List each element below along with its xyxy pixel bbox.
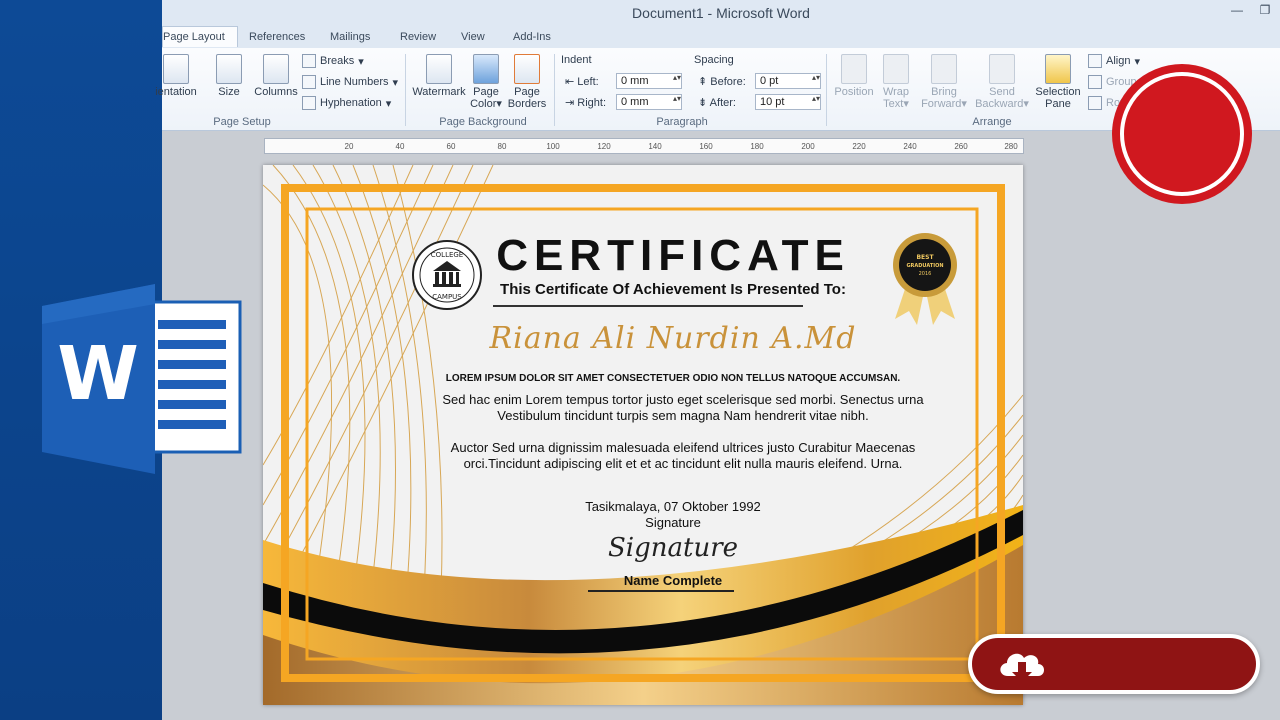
hyphenation-button[interactable]: Hyphenation ▾ [302,96,391,110]
spacing-before-label: ⇞ Before: [698,76,746,88]
tab-view[interactable]: View [461,29,485,45]
indent-left-label: ⇤ Left: [565,76,599,88]
page-color-icon [473,54,499,84]
title-bar: Document1 - Microsoft Word — ❐ [162,0,1280,27]
ruler-tick: 260 [954,142,968,151]
ruler-tick: 20 [344,142,354,151]
position-icon [841,54,867,84]
rotate-icon [1088,96,1102,110]
bring-forward-icon [931,54,957,84]
page-setup-group-label: Page Setup [213,116,271,128]
tab-add-ins[interactable]: Add-Ins [513,29,551,45]
ruler-tick: 160 [699,142,713,151]
body-paragraph-1: Sed hac enim Lorem tempus tortor justo e… [442,392,924,423]
restore-icon[interactable]: ❐ [1258,3,1272,17]
watermark-button[interactable]: Watermark [410,54,468,98]
wrap-text-icon [883,54,909,84]
signature-label: Signature [645,515,701,530]
page-borders-button[interactable]: Page Borders [503,54,551,110]
spacing-after-input[interactable]: 10 pt [755,94,821,110]
svg-text:W: W [57,331,139,417]
body-paragraph-2: Auctor Sed urna dignissim malesuada elei… [450,440,916,471]
selection-pane-button[interactable]: Selection Pane [1030,54,1086,110]
spacing-before-icon: ⇞ [698,76,711,88]
ruler-tick: 60 [446,142,456,151]
ruler-tick: 40 [395,142,405,151]
breaks-button[interactable]: Breaks ▾ [302,54,364,68]
paragraph-group-label: Paragraph [656,116,708,128]
name-complete: Name Complete [623,573,723,588]
watermark-icon [426,54,452,84]
download-button[interactable] [968,634,1260,694]
columns-button[interactable]: Columns [248,54,304,98]
breaks-icon [302,54,316,68]
spacing-after-label: ⇟ After: [698,97,736,109]
ruler-tick: 180 [750,142,764,151]
indent-right-label: ⇥ Right: [565,97,607,109]
send-backward-button[interactable]: Send Backward▾ [970,54,1034,110]
certificate-title: CERTIFICATE [496,231,850,280]
document-page[interactable]: COLLEGE CAMPUS BEST GRADUATION 2016 CERT… [263,165,1023,705]
orientation-icon [163,54,189,84]
ruler-tick: 120 [597,142,611,151]
place-date: Tasikmalaya, 07 Oktober 1992 [585,499,761,514]
line-numbers-button[interactable]: Line Numbers ▾ [302,75,398,89]
align-icon [1088,54,1102,68]
ruler-tick: 240 [903,142,917,151]
tab-page-layout[interactable]: Page Layout [162,26,238,47]
bring-forward-button[interactable]: Bring Forward▾ [914,54,974,110]
indent-left-icon: ⇤ [565,76,578,88]
window-title: Document1 - Microsoft Word [632,5,810,21]
page-borders-icon [514,54,540,84]
spacing-after-icon: ⇟ [698,97,710,109]
indent-right-icon: ⇥ [565,97,578,109]
ruler-tick: 140 [648,142,662,151]
subtitle-underline [493,305,803,307]
tab-mailings[interactable]: Mailings [330,29,370,45]
indent-right-input[interactable]: 0 mm [616,94,682,110]
send-backward-icon [989,54,1015,84]
recipient-name: Riana Ali Nurdin A.Md [489,321,857,356]
orientation-button[interactable]: ientation [148,54,204,98]
signature-script: Signature [607,533,739,563]
group-icon [1088,75,1102,89]
page-background-group-label: Page Background [439,116,527,128]
word-logo-icon: W [42,284,242,474]
ruler-tick: 100 [546,142,560,151]
minimize-icon[interactable]: — [1230,3,1244,17]
selection-pane-icon [1045,54,1071,84]
ribbon-tabs: Page Layout References Mailings Review V… [162,26,1280,48]
spacing-title: Spacing [694,54,734,66]
ruler-tick: 80 [497,142,507,151]
size-icon [216,54,242,84]
ruler-tick: 220 [852,142,866,151]
arrange-group-label: Arrange [972,116,1012,128]
horizontal-ruler[interactable]: 20 40 60 80 100 120 140 160 180 200 220 … [264,138,1024,154]
line-numbers-icon [302,75,316,89]
record-icon[interactable] [1110,62,1254,206]
hyphenation-icon [302,96,316,110]
window-controls: — ❐ [1230,3,1272,17]
signature-underline [588,590,734,592]
tab-review[interactable]: Review [400,29,436,45]
tab-references[interactable]: References [249,29,305,45]
ruler-tick: 280 [1004,142,1018,151]
indent-title: Indent [561,54,592,66]
spacing-before-input[interactable]: 0 pt [755,73,821,89]
body-heading: LOREM IPSUM DOLOR SIT AMET CONSECTETUER … [445,373,901,384]
indent-left-input[interactable]: 0 mm [616,73,682,89]
ruler-tick: 200 [801,142,815,151]
columns-icon [263,54,289,84]
certificate-subtitle: This Certificate Of Achievement Is Prese… [500,281,846,298]
cloud-download-icon [1000,653,1044,682]
